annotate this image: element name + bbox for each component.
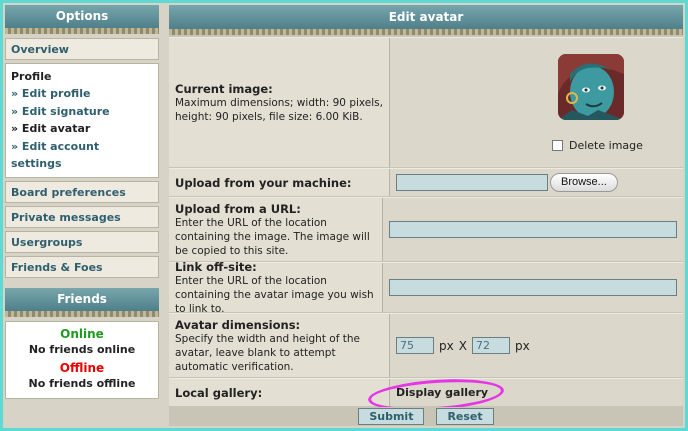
file-path-input[interactable]	[396, 174, 548, 191]
page-frame: Options Overview Profile » Edit profile …	[3, 3, 685, 428]
nav-private-messages[interactable]: Private messages	[5, 205, 159, 228]
upload-machine-label: Upload from your machine:	[175, 175, 352, 190]
link-offsite-label: Link off-site:	[175, 259, 257, 274]
dimensions-separator: X	[458, 338, 467, 353]
link-offsite-cell	[383, 263, 683, 312]
upload-machine-label-cell: Upload from your machine:	[169, 169, 390, 196]
upload-url-label: Upload from a URL:	[175, 201, 301, 216]
upload-url-cell	[383, 198, 683, 261]
local-gallery-label-cell: Local gallery:	[169, 379, 390, 406]
edit-avatar-panel: Edit avatar Current image: Maximum dimen…	[169, 5, 683, 426]
link-offsite-input[interactable]	[389, 279, 677, 296]
nav-usergroups[interactable]: Usergroups	[5, 230, 159, 253]
nav-edit-avatar: » Edit avatar	[11, 122, 91, 135]
avatar-dimensions-label: Avatar dimensions:	[175, 317, 301, 332]
nav-edit-profile[interactable]: » Edit profile	[11, 85, 153, 103]
upload-url-desc: Enter the URL of the location containing…	[175, 216, 370, 257]
current-image-desc: Maximum dimensions; width: 90 pixels, he…	[175, 96, 383, 123]
options-header: Options	[5, 5, 159, 34]
avatar-dimensions-row: Avatar dimensions: Specify the width and…	[169, 313, 683, 377]
delete-image-row: Delete image	[552, 139, 643, 152]
delete-image-label: Delete image	[569, 139, 643, 152]
nav-board-preferences[interactable]: Board preferences	[5, 180, 159, 203]
delete-image-checkbox[interactable]	[552, 140, 563, 151]
height-input[interactable]: 72	[471, 337, 510, 354]
avatar-image	[558, 54, 624, 120]
display-gallery-wrap: Display gallery	[367, 375, 505, 415]
avatar-portrait-icon	[558, 54, 624, 120]
profile-title: Profile	[11, 70, 52, 83]
local-gallery-row: Local gallery: Display gallery	[169, 375, 683, 415]
offline-label: Offline	[59, 360, 105, 375]
no-friends-offline: No friends offline	[28, 376, 136, 390]
local-gallery-label: Local gallery:	[175, 385, 263, 400]
friends-panel: Online No friends online Offline No frie…	[5, 320, 159, 399]
no-friends-online: No friends online	[28, 342, 136, 356]
friends-header: Friends	[5, 287, 159, 317]
sidebar: Options Overview Profile » Edit profile …	[5, 5, 159, 399]
nav-friends-foes[interactable]: Friends & Foes	[5, 255, 159, 278]
current-image-label: Current image:	[175, 81, 273, 96]
width-input[interactable]: 75	[396, 337, 434, 354]
nav-edit-account-settings[interactable]: » Edit account settings	[11, 138, 153, 173]
nav-overview[interactable]: Overview	[5, 38, 159, 60]
profile-section: Profile » Edit profile » Edit signature …	[5, 63, 159, 178]
upload-machine-row: Upload from your machine: Browse...	[169, 168, 683, 196]
upload-url-row: Upload from a URL: Enter the URL of the …	[169, 197, 683, 261]
width-unit: px	[439, 338, 454, 353]
link-offsite-label-cell: Link off-site: Enter the URL of the loca…	[169, 259, 383, 315]
current-image-row: Current image: Maximum dimensions; width…	[169, 37, 683, 167]
link-offsite-desc: Enter the URL of the location containing…	[175, 274, 374, 315]
avatar-dimensions-desc: Specify the width and height of the avat…	[175, 332, 360, 373]
current-image-label-cell: Current image: Maximum dimensions; width…	[169, 38, 390, 167]
height-unit: px	[514, 338, 530, 353]
display-gallery-link[interactable]: Display gallery	[396, 386, 488, 399]
avatar-dimensions-cell: 75 px X 72 px	[390, 314, 683, 377]
local-gallery-cell: Display gallery	[367, 375, 683, 415]
browse-button[interactable]: Browse...	[550, 173, 618, 192]
avatar-dimensions-label-cell: Avatar dimensions: Specify the width and…	[169, 314, 390, 377]
link-offsite-row: Link off-site: Enter the URL of the loca…	[169, 259, 683, 315]
upload-url-label-cell: Upload from a URL: Enter the URL of the …	[169, 198, 383, 261]
upload-machine-cell: Browse...	[390, 169, 683, 196]
form-footer: Submit Reset	[169, 407, 683, 426]
upload-url-input[interactable]	[389, 221, 677, 238]
online-label: Online	[60, 326, 104, 341]
nav-edit-signature[interactable]: » Edit signature	[11, 103, 153, 121]
submit-button[interactable]: Submit	[358, 408, 425, 425]
reset-button[interactable]: Reset	[436, 408, 494, 425]
current-image-cell: Delete image	[390, 38, 683, 167]
edit-avatar-header: Edit avatar	[169, 5, 683, 35]
